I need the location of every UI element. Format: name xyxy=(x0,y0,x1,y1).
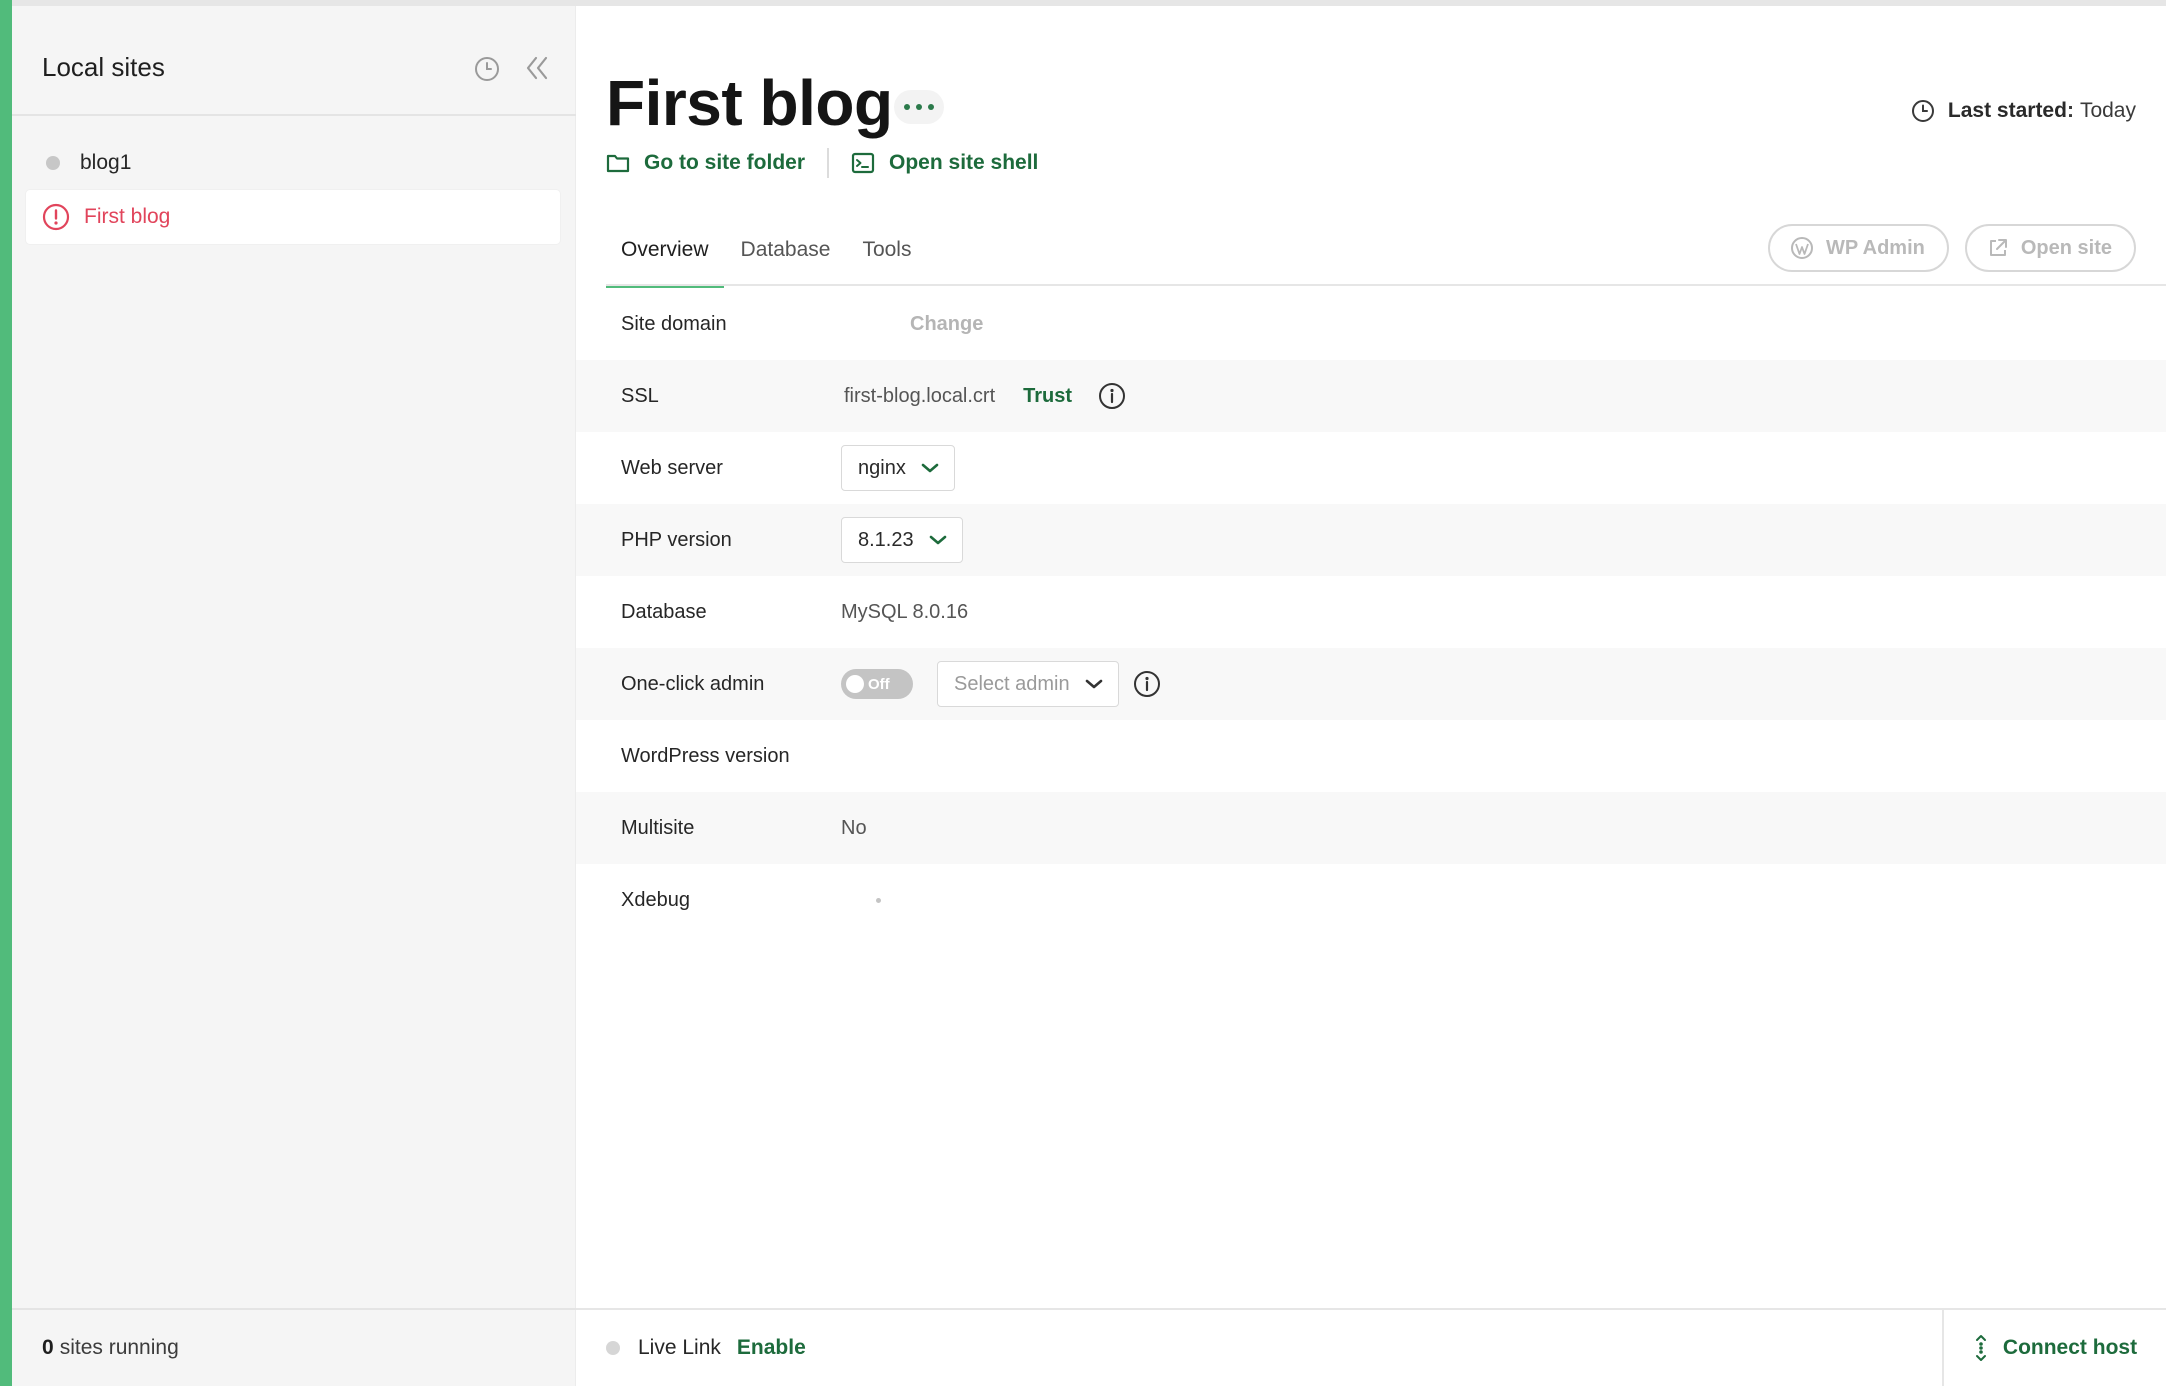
web-server-select[interactable]: nginx xyxy=(841,445,955,491)
tab-database[interactable]: Database xyxy=(726,226,846,288)
last-started-value: Today xyxy=(2079,99,2136,122)
tabs-divider xyxy=(606,284,2166,286)
enable-live-link-button[interactable]: Enable xyxy=(737,1336,806,1360)
ellipsis-icon xyxy=(904,104,910,110)
site-item-first-blog[interactable]: First blog xyxy=(26,190,560,244)
tab-overview[interactable]: Overview xyxy=(606,226,724,288)
error-icon xyxy=(42,203,70,231)
chevron-down-icon xyxy=(921,463,939,473)
change-domain-button[interactable]: Change xyxy=(910,313,983,336)
info-icon[interactable] xyxy=(1098,382,1126,410)
site-item-blog1[interactable]: blog1 xyxy=(26,136,560,190)
folder-icon xyxy=(606,154,630,173)
row-label: Xdebug xyxy=(621,888,690,911)
main-panel: First blog Last started: Today Go to sit… xyxy=(576,6,2166,1386)
info-icon[interactable] xyxy=(1133,670,1161,698)
sites-running-status: 0 sites running xyxy=(12,1308,576,1386)
open-site-shell-link[interactable]: Open site shell xyxy=(851,151,1038,175)
row-label: Database xyxy=(621,600,707,623)
site-list: blog1 First blog xyxy=(26,136,560,244)
site-item-label: First blog xyxy=(84,205,171,228)
main-footer: Live Link Enable Connect host xyxy=(576,1308,2166,1386)
last-started-label: Last started xyxy=(1947,99,2067,122)
row-wordpress-version: WordPress version xyxy=(576,720,2166,792)
wp-admin-button[interactable]: WP Admin xyxy=(1767,224,1949,272)
row-one-click-admin: One-click admin Off Select admin xyxy=(576,648,2166,720)
sidebar-header: Local sites xyxy=(12,6,576,116)
chevron-down-icon xyxy=(929,535,946,545)
connect-host-icon xyxy=(1975,1335,1986,1361)
row-label: Site domain xyxy=(621,312,727,335)
sidebar-title: Local sites xyxy=(42,52,165,82)
tab-tools[interactable]: Tools xyxy=(847,226,926,288)
more-options-button[interactable] xyxy=(894,90,944,124)
live-link-label: Live Link xyxy=(638,1336,721,1359)
divider xyxy=(827,148,830,178)
php-version-select[interactable]: 8.1.23 xyxy=(841,517,963,563)
row-site-domain: Site domain Change xyxy=(576,288,2166,360)
wordpress-icon xyxy=(1790,237,1813,259)
trust-cert-button[interactable]: Trust xyxy=(1023,385,1072,408)
row-label: PHP version xyxy=(621,528,732,551)
chevron-down-icon xyxy=(1085,679,1102,689)
external-link-icon xyxy=(1989,239,2007,256)
double-chevron-left-icon[interactable] xyxy=(520,52,552,84)
header-buttons: WP Admin Open site xyxy=(1752,224,2136,272)
clock-icon[interactable] xyxy=(472,54,502,84)
page-title: First blog xyxy=(606,67,893,139)
open-site-button[interactable]: Open site xyxy=(1964,224,2136,272)
database-value: MySQL 8.0.16 xyxy=(841,600,969,623)
go-to-site-folder-link[interactable]: Go to site folder xyxy=(606,151,805,175)
sites-running-label: sites running xyxy=(59,1336,179,1359)
row-ssl: SSL first-blog.local.crt Trust xyxy=(576,360,2166,432)
row-label: Web server xyxy=(621,456,723,479)
status-dot-icon xyxy=(46,156,60,170)
accent-strip xyxy=(0,0,12,1386)
row-label: WordPress version xyxy=(621,744,790,767)
overview-table: Site domain Change SSL first-blog.local.… xyxy=(576,288,2166,936)
site-item-label: blog1 xyxy=(80,151,132,174)
live-link-status-dot-icon xyxy=(606,1341,620,1355)
row-php-version: PHP version 8.1.23 xyxy=(576,504,2166,576)
row-label: One-click admin xyxy=(621,672,765,695)
sites-running-count: 0 xyxy=(42,1336,54,1359)
row-database: Database MySQL 8.0.16 xyxy=(576,576,2166,648)
row-web-server: Web server nginx xyxy=(576,432,2166,504)
site-actions: Go to site folder Open site shell xyxy=(606,148,1038,178)
sidebar: Local sites blog1 First blog 0 sites run… xyxy=(12,6,576,1386)
multisite-value: No xyxy=(841,816,867,839)
row-xdebug: Xdebug xyxy=(576,864,2166,936)
last-started: Last started: Today xyxy=(1910,98,2136,124)
select-admin-dropdown[interactable]: Select admin xyxy=(937,661,1119,707)
tab-bar: Overview Database Tools xyxy=(606,226,928,288)
connect-host-button[interactable]: Connect host xyxy=(1942,1310,2166,1386)
row-label: Multisite xyxy=(621,816,695,839)
row-label: SSL xyxy=(621,384,659,407)
ssl-cert-value: first-blog.local.crt xyxy=(844,384,996,407)
row-multisite: Multisite No xyxy=(576,792,2166,864)
clock-icon xyxy=(1911,100,1934,122)
one-click-admin-toggle[interactable]: Off xyxy=(841,669,913,699)
loading-dot-icon xyxy=(876,897,881,903)
terminal-icon xyxy=(851,152,875,174)
